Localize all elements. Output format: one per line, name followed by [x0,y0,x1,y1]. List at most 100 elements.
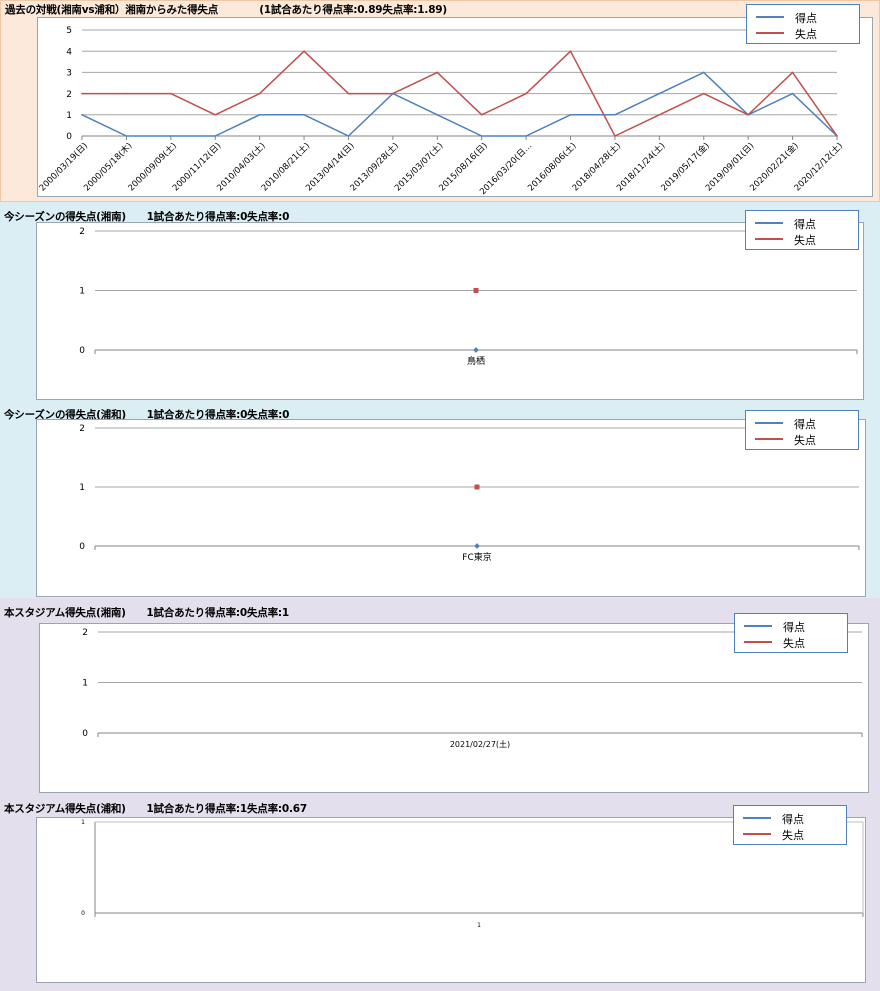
data-point-score [658,92,661,95]
legend-item-score: 得点 [746,216,858,231]
legend-label-concede: 失点 [795,28,817,41]
history-line-chart: 0123452000/03/19(日)2000/05/18(木)2000/09/… [38,26,845,197]
y-tick-label: 3 [66,69,72,79]
section-history: 過去の対戦(湘南vs浦和）湘南からみた得失点 (1試合あたり得点率:0.89失点… [0,0,880,202]
season-urawa-chart: 0 1 2 FC東京 [79,424,860,563]
data-point-concede [170,92,172,95]
chart-legend: 得点 失点 [734,613,848,653]
legend-item-score: 得点 [746,416,858,431]
data-point-score [525,135,527,137]
data-point-score [347,135,350,137]
y-tick-label: 0 [79,346,85,356]
legend-swatch-concede [756,32,784,34]
y-tick-label: 0 [82,729,88,739]
data-point-concede [569,50,572,52]
season-shonan-chart: 0 1 2 鳥栖 [79,227,858,367]
legend-item-score: 得点 [735,619,847,634]
data-point-score [474,543,480,549]
y-tick-label: 2 [79,227,85,237]
chart-legend: 得点 失点 [745,410,859,450]
data-point-concede [392,92,394,95]
y-tick-label: 2 [79,424,85,434]
section-title: 本スタジアム得失点(湘南) 1試合あたり得点率:0失点率:1 [4,607,289,619]
y-tick-label: 1 [79,287,85,297]
data-point-score [791,92,794,95]
y-tick-label: 2 [66,90,72,100]
data-point-concede [525,92,527,95]
data-point-score [214,135,217,137]
legend-label-score: 得点 [794,218,816,231]
data-point-score [569,114,572,116]
y-tick-label: 0 [66,132,72,142]
data-point-score [480,135,483,137]
data-point-score [303,114,305,116]
legend-swatch-concede [743,833,771,835]
legend-label-score: 得点 [783,621,805,634]
chart-panel: 0 1 2 3 4 5 2000/03/19(日) 2000/05/18(木) 2000/09/… [37,4,873,197]
legend-swatch-concede [755,438,783,440]
legend-label-score: 得点 [795,12,817,25]
chart-panel: 0 1 2 2021/02/27(土) 得点 失点 [39,613,869,793]
chart-panel: 0 1 1 得点 失点 [36,805,866,983]
chart-panel: 0 1 2 FC東京 得点 失点 [36,410,866,597]
data-point-score [258,114,261,116]
section-stadium-urawa: 本スタジアム得失点(浦和) 1試合あたり得点率:1失点率:0.67 0 1 1 得点… [0,795,880,991]
legend-swatch-score [755,222,783,224]
legend-swatch-score [744,625,772,627]
data-point-concede [125,92,128,95]
legend-swatch-concede [755,238,783,240]
x-category-label: 1 [477,922,481,929]
section-title: 本スタジアム得失点(浦和) 1試合あたり得点率:1失点率:0.67 [4,803,307,815]
data-point-score [473,347,479,353]
y-tick-label: 5 [66,26,72,36]
y-tick-label: 4 [66,47,72,57]
legend-swatch-score [743,817,771,819]
y-tick-label: 2 [82,628,88,638]
data-point-concede [303,50,305,52]
chart-legend: 得点 失点 [746,4,860,44]
data-point-concede [747,114,749,116]
legend-item-score: 得点 [734,811,846,826]
legend-label-concede: 失点 [794,434,816,447]
data-point-concede [480,114,483,116]
legend-item-concede: 失点 [735,635,847,650]
legend-label-concede: 失点 [782,829,804,842]
data-point-score [81,114,83,116]
chart-legend: 得点 失点 [745,210,859,250]
data-point-concede [702,92,705,95]
data-point-score [170,135,172,137]
section-title: 過去の対戦(湘南vs浦和）湘南からみた得失点 (1試合あたり得点率:0.89失点… [5,4,448,16]
y-tick-label: 0 [81,910,85,917]
data-point-concede [258,92,261,95]
y-tick-label: 1 [82,679,88,689]
data-point-concede [436,71,439,74]
data-point-score [702,71,705,74]
y-tick-label: 1 [66,111,72,121]
legend-label-score: 得点 [794,418,816,431]
chart-legend: 得点 失点 [733,805,847,845]
data-point-score [125,135,128,137]
y-tick-label: 0 [79,542,85,552]
data-point-concede [791,71,794,74]
legend-item-concede: 失点 [746,432,858,447]
legend-item-concede: 失点 [734,827,846,842]
section-season-shonan: 今シーズンの得失点(湘南) 1試合あたり得点率:0失点率:0 0 1 2 鳥栖 得点 … [0,202,880,400]
section-season-urawa: 今シーズンの得失点(浦和) 1試合あたり得点率:0失点率:0 0 1 2 FC東京 得… [0,400,880,598]
x-category-label: 2021/02/27(土) [450,739,510,749]
data-point-score [436,114,439,116]
data-point-concede [347,92,350,95]
x-category-label: FC東京 [462,551,491,563]
data-point-concede [81,92,83,95]
section-stadium-shonan: 本スタジアム得失点(湘南) 1試合あたり得点率:0失点率:1 0 1 2 2021/0… [0,598,880,795]
y-tick-label: 1 [79,483,85,493]
data-point-concede [214,114,217,116]
legend-swatch-score [756,16,784,18]
data-point-concede [614,135,616,137]
data-point-concede [474,484,480,490]
legend-item-concede: 失点 [746,232,858,247]
data-point-concede [473,288,479,293]
data-point-concede [658,114,661,116]
y-tick-label: 1 [81,819,85,826]
legend-swatch-concede [744,641,772,643]
data-point-score [614,114,616,116]
